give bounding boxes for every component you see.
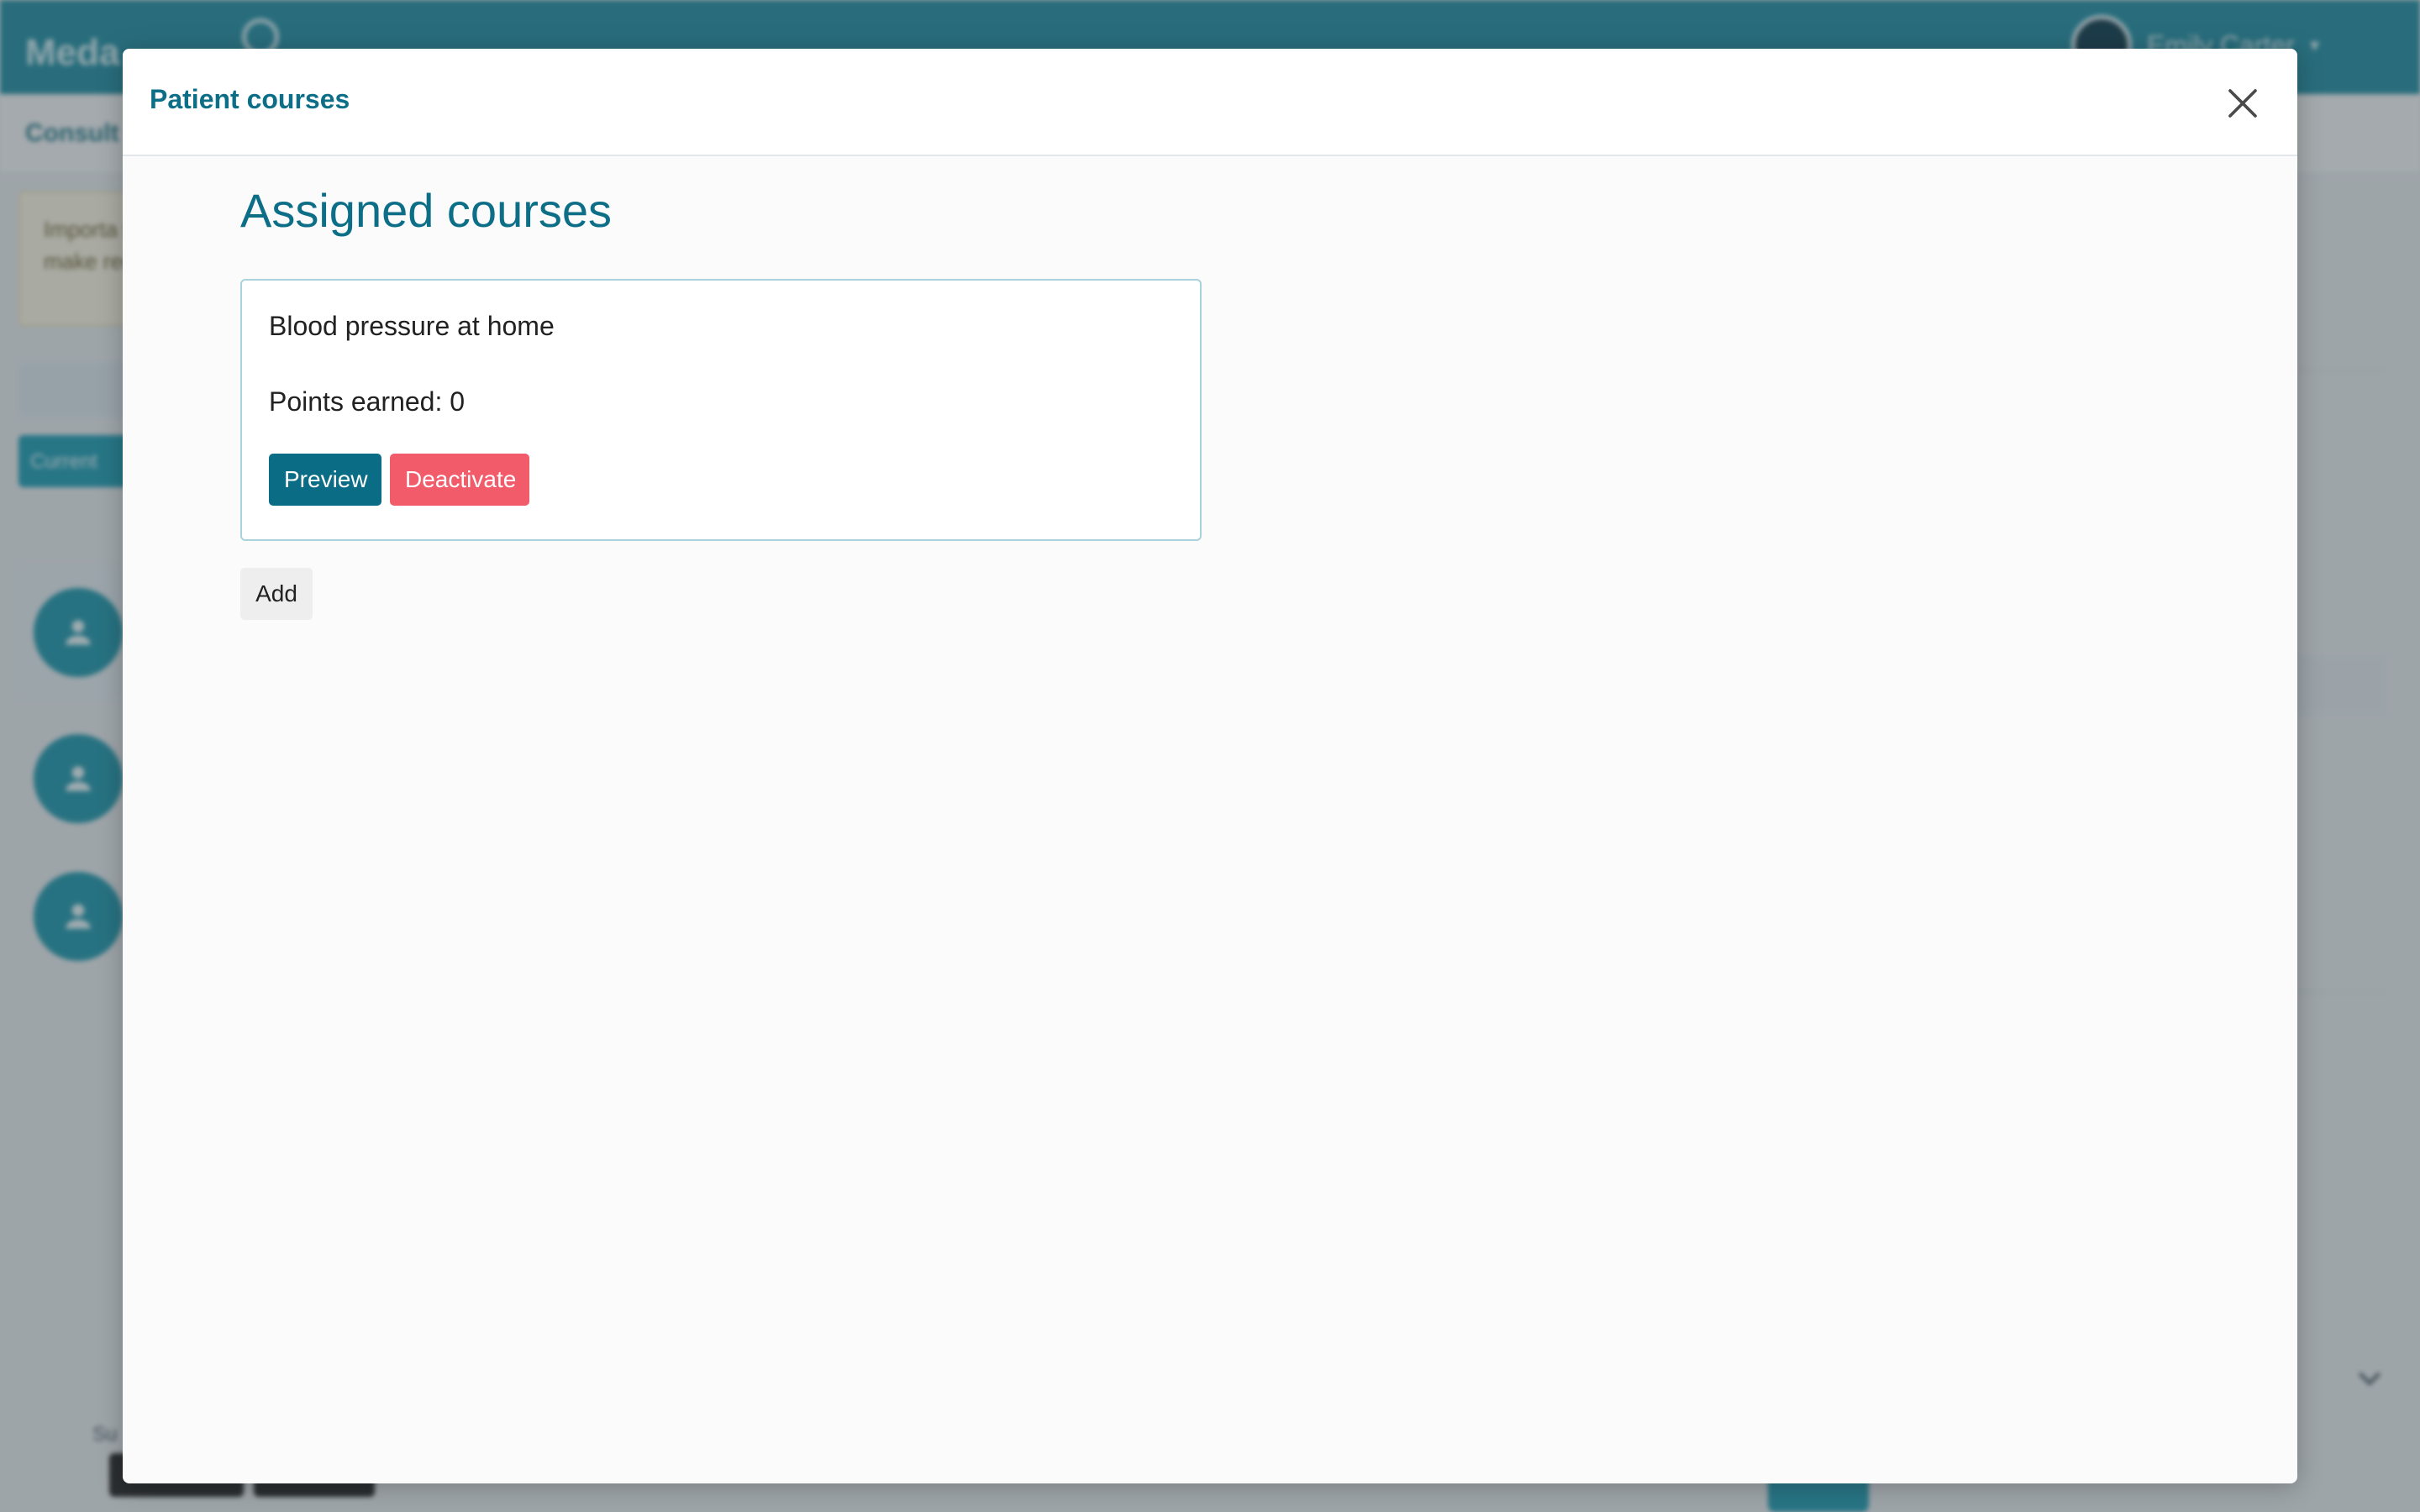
preview-button[interactable]: Preview xyxy=(269,454,381,506)
course-name: Blood pressure at home xyxy=(269,311,555,341)
close-button[interactable] xyxy=(2217,77,2269,129)
section-title: Assigned courses xyxy=(240,184,613,237)
add-course-button[interactable]: Add xyxy=(240,568,313,620)
course-card: Blood pressure at home Points earned: 0 … xyxy=(240,279,1202,541)
modal-header: Patient courses xyxy=(123,49,2297,156)
deactivate-button[interactable]: Deactivate xyxy=(390,454,529,506)
modal-title: Patient courses xyxy=(150,84,350,114)
patient-courses-modal: Patient courses Assigned courses Blood p… xyxy=(123,49,2297,1483)
close-icon xyxy=(2228,89,2257,118)
course-points: Points earned: 0 xyxy=(269,386,466,417)
